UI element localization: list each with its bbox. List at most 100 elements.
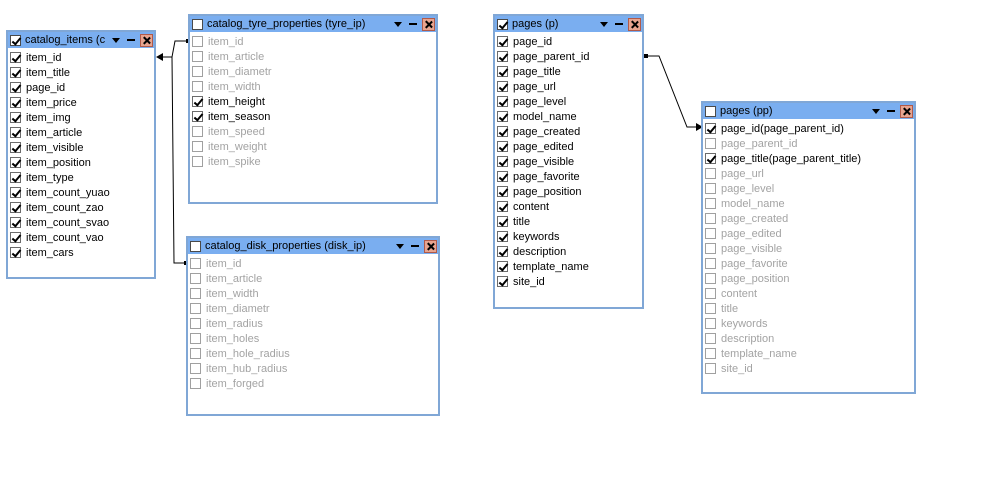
field-checkbox[interactable] [705, 273, 716, 284]
field-row[interactable]: page_position [495, 184, 642, 199]
field-checkbox[interactable] [10, 157, 21, 168]
field-checkbox[interactable] [705, 198, 716, 209]
field-row[interactable]: page_parent_id [703, 136, 914, 151]
field-checkbox[interactable] [705, 318, 716, 329]
field-checkbox[interactable] [10, 67, 21, 78]
field-row[interactable]: template_name [703, 346, 914, 361]
minimize-icon[interactable] [409, 23, 417, 25]
field-checkbox[interactable] [10, 112, 21, 123]
field-row[interactable]: item_price [8, 95, 154, 110]
field-checkbox[interactable] [497, 51, 508, 62]
table-select-checkbox[interactable] [192, 18, 203, 30]
field-row[interactable]: item_forged [188, 376, 438, 391]
field-row[interactable]: page_level [703, 181, 914, 196]
table-header[interactable]: pages (p) [495, 16, 642, 32]
field-checkbox[interactable] [705, 363, 716, 374]
dropdown-caret-icon[interactable] [396, 243, 404, 249]
field-row[interactable]: title [703, 301, 914, 316]
minimize-icon[interactable] [411, 245, 419, 247]
field-row[interactable]: page_parent_id [495, 49, 642, 64]
field-checkbox[interactable] [10, 187, 21, 198]
field-row[interactable]: item_count_yuao [8, 185, 154, 200]
field-checkbox[interactable] [190, 363, 201, 374]
field-row[interactable]: item_article [188, 271, 438, 286]
field-checkbox[interactable] [497, 171, 508, 182]
field-checkbox[interactable] [497, 156, 508, 167]
table-catalog-items[interactable]: catalog_items (c item_id item_title page_i… [6, 30, 156, 279]
field-row[interactable]: content [703, 286, 914, 301]
field-checkbox[interactable] [192, 156, 203, 167]
field-checkbox[interactable] [705, 153, 716, 164]
close-icon[interactable] [140, 33, 153, 47]
field-checkbox[interactable] [497, 66, 508, 77]
field-row[interactable]: item_article [8, 125, 154, 140]
field-checkbox[interactable] [190, 378, 201, 389]
field-row[interactable]: page_url [703, 166, 914, 181]
field-row[interactable]: item_article [190, 49, 436, 64]
table-select-checkbox[interactable] [10, 34, 21, 46]
field-checkbox[interactable] [190, 348, 201, 359]
field-checkbox[interactable] [497, 261, 508, 272]
field-row[interactable]: item_speed [190, 124, 436, 139]
dropdown-caret-icon[interactable] [394, 21, 402, 27]
field-checkbox[interactable] [705, 333, 716, 344]
field-checkbox[interactable] [190, 258, 201, 269]
field-checkbox[interactable] [705, 183, 716, 194]
field-checkbox[interactable] [497, 216, 508, 227]
field-row[interactable]: page_edited [703, 226, 914, 241]
field-row[interactable]: item_visible [8, 140, 154, 155]
field-row[interactable]: page_id(page_parent_id) [703, 121, 914, 136]
table-pages-pp[interactable]: pages (pp) page_id(page_parent_id) page_p… [701, 101, 916, 394]
table-header[interactable]: catalog_disk_properties (disk_ip) [188, 238, 438, 254]
field-checkbox[interactable] [705, 123, 716, 134]
field-row[interactable]: site_id [495, 274, 642, 289]
field-row[interactable]: page_edited [495, 139, 642, 154]
field-row[interactable]: item_title [8, 65, 154, 80]
field-row[interactable]: page_favorite [495, 169, 642, 184]
field-checkbox[interactable] [10, 52, 21, 63]
field-checkbox[interactable] [497, 36, 508, 47]
field-checkbox[interactable] [192, 81, 203, 92]
field-checkbox[interactable] [10, 142, 21, 153]
field-row[interactable]: keywords [703, 316, 914, 331]
field-checkbox[interactable] [192, 96, 203, 107]
field-checkbox[interactable] [190, 318, 201, 329]
field-checkbox[interactable] [497, 111, 508, 122]
field-row[interactable]: keywords [495, 229, 642, 244]
field-checkbox[interactable] [190, 333, 201, 344]
field-row[interactable]: item_cars [8, 245, 154, 260]
field-checkbox[interactable] [497, 201, 508, 212]
field-row[interactable]: page_level [495, 94, 642, 109]
field-row[interactable]: title [495, 214, 642, 229]
field-checkbox[interactable] [192, 36, 203, 47]
minimize-icon[interactable] [887, 110, 895, 112]
dropdown-caret-icon[interactable] [872, 108, 880, 114]
close-icon[interactable] [424, 239, 437, 253]
table-header[interactable]: catalog_tyre_properties (tyre_ip) [190, 16, 436, 32]
table-catalog-tyre-properties[interactable]: catalog_tyre_properties (tyre_ip) item_i… [188, 14, 438, 204]
field-checkbox[interactable] [10, 82, 21, 93]
field-checkbox[interactable] [190, 288, 201, 299]
table-pages-p[interactable]: pages (p) page_id page_parent_id page_titl… [493, 14, 644, 309]
field-row[interactable]: item_holes [188, 331, 438, 346]
field-checkbox[interactable] [192, 126, 203, 137]
field-row[interactable]: model_name [703, 196, 914, 211]
field-row[interactable]: item_count_zao [8, 200, 154, 215]
field-row[interactable]: item_position [8, 155, 154, 170]
field-row[interactable]: item_type [8, 170, 154, 185]
table-select-checkbox[interactable] [497, 18, 508, 30]
field-row[interactable]: item_season [190, 109, 436, 124]
minimize-icon[interactable] [127, 39, 135, 41]
field-row[interactable]: page_created [703, 211, 914, 226]
field-checkbox[interactable] [10, 172, 21, 183]
field-checkbox[interactable] [497, 276, 508, 287]
close-icon[interactable] [422, 17, 435, 31]
field-checkbox[interactable] [705, 348, 716, 359]
field-row[interactable]: item_weight [190, 139, 436, 154]
field-row[interactable]: page_favorite [703, 256, 914, 271]
field-row[interactable]: item_radius [188, 316, 438, 331]
field-checkbox[interactable] [705, 288, 716, 299]
field-row[interactable]: page_position [703, 271, 914, 286]
field-checkbox[interactable] [497, 186, 508, 197]
field-checkbox[interactable] [10, 217, 21, 228]
